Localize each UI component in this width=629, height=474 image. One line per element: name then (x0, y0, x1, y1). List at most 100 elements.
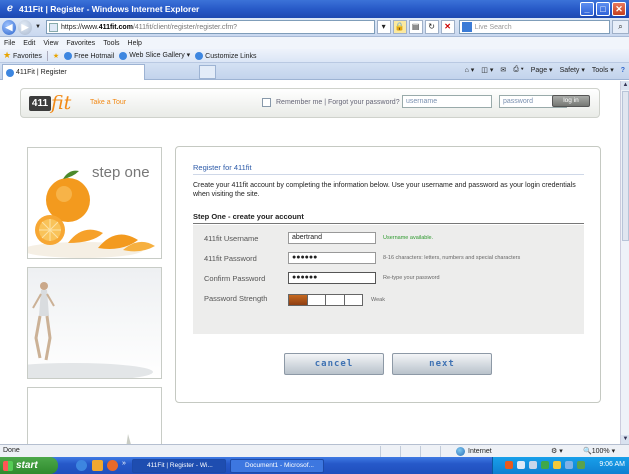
favorites-bar: ★ Favorites ★ Free Hotmail Web Slice Gal… (0, 49, 629, 63)
remember-me-checkbox[interactable] (262, 98, 271, 107)
tab-411fit-register[interactable]: 411Fit | Register (2, 64, 145, 80)
back-button[interactable]: ◀ (2, 19, 16, 35)
lock-icon[interactable]: 🔒 (392, 20, 407, 34)
divider (46, 50, 48, 61)
password-field[interactable]: ●●●●●● (288, 252, 376, 264)
logo-script-text: fit (51, 92, 72, 114)
volume-icon[interactable] (529, 461, 537, 469)
vertical-scrollbar[interactable]: ▲ ▼ (620, 81, 629, 444)
search-icon[interactable]: ⌕ (612, 20, 629, 34)
fav-link-hotmail[interactable]: Free Hotmail (64, 51, 115, 60)
login-username-input[interactable]: username (402, 95, 492, 108)
confirm-password-field[interactable]: ●●●●●● (288, 272, 376, 284)
fav-link-web-slice[interactable]: Web Slice Gallery ▾ (119, 51, 190, 60)
tab-bar: 411Fit | Register ⌂ ▾ ◫ ▾ ✉ ⎙ ▾ Page ▾ S… (0, 63, 629, 80)
scroll-thumb[interactable] (622, 91, 629, 241)
password-strength-meter (288, 294, 363, 306)
site-header: 411 fit Take a Tour Remember me | Forgot… (20, 88, 600, 118)
status-text: Done (3, 447, 20, 454)
411fit-logo[interactable]: 411 fit (29, 92, 77, 114)
fav-link-label: Web Slice Gallery (129, 52, 185, 60)
home-icon[interactable]: ⌂ ▾ (465, 66, 475, 74)
url-dropdown-icon[interactable]: ▾ (376, 20, 391, 34)
scroll-down-icon[interactable]: ▼ (621, 435, 629, 444)
globe-icon (456, 447, 465, 456)
divider (440, 446, 441, 457)
favorites-button[interactable]: ★ Favorites (3, 50, 42, 61)
menu-view[interactable]: View (43, 40, 58, 47)
close-button[interactable]: ✕ (612, 2, 626, 16)
update-tray-icon[interactable] (553, 461, 561, 469)
start-button[interactable]: start (0, 457, 58, 474)
tools-menu-label: Tools (591, 67, 609, 74)
divider (420, 446, 421, 457)
cancel-button[interactable]: cancel (284, 353, 384, 375)
username-field[interactable]: abertrand (288, 232, 376, 244)
tray-app-icon[interactable] (505, 461, 513, 469)
ie-icon (119, 51, 128, 60)
fav-link-label: Free Hotmail (74, 52, 115, 60)
stop-icon[interactable]: ✕ (440, 20, 455, 34)
menu-tools[interactable]: Tools (103, 40, 119, 47)
take-a-tour-link[interactable]: Take a Tour (90, 99, 126, 106)
task-word-document[interactable]: Document1 - Microsof... (230, 459, 324, 473)
ie-quicklaunch-icon[interactable] (76, 460, 87, 471)
history-dropdown-icon[interactable]: ▼ (35, 24, 41, 30)
folder-quicklaunch-icon[interactable] (92, 460, 103, 471)
registration-panel: Register for 411fit Create your 411fit a… (175, 146, 601, 403)
security-zone[interactable]: Internet (456, 447, 492, 456)
protected-mode-icon[interactable]: ⚙ ▾ (551, 447, 563, 455)
add-favorite-icon[interactable]: ★ (53, 52, 59, 60)
tray-app-icon[interactable] (577, 461, 585, 469)
maximize-button[interactable]: □ (596, 2, 610, 16)
compatibility-icon[interactable]: ▤ (408, 20, 423, 34)
safety-menu[interactable]: Safety ▾ (560, 66, 585, 74)
mail-icon[interactable]: ✉ (500, 66, 506, 74)
refresh-icon[interactable]: ↻ (424, 20, 439, 34)
third-panel (27, 387, 162, 444)
remember-forgot-text[interactable]: Remember me | Forgot your password? (276, 99, 400, 106)
security-tray-icon[interactable] (541, 461, 549, 469)
url-domain: 411fit.com (98, 23, 133, 31)
menu-file[interactable]: File (4, 40, 15, 47)
password-strength-text: Weak (371, 297, 385, 303)
network-icon[interactable] (517, 461, 525, 469)
strength-segment-filled (289, 295, 308, 305)
page-menu[interactable]: Page ▾ (531, 66, 553, 74)
strength-segment-empty (326, 295, 345, 305)
menu-favorites[interactable]: Favorites (66, 40, 95, 47)
feeds-icon[interactable]: ◫ ▾ (481, 66, 493, 74)
username-label: 411fit Username (204, 234, 259, 243)
page-menu-label: Page (530, 67, 548, 74)
menu-edit[interactable]: Edit (23, 40, 35, 47)
ie-logo-icon: ℯ (7, 3, 13, 14)
media-quicklaunch-icon[interactable] (107, 460, 118, 471)
zoom-control[interactable]: 🔍100% ▾ (583, 447, 615, 455)
url-field[interactable]: https://www. 411fit.com/411fit/client/reg… (45, 20, 375, 34)
messenger-tray-icon[interactable] (565, 461, 573, 469)
page-title: Register for 411fit (193, 163, 252, 172)
login-button[interactable]: log in (552, 95, 590, 107)
fav-link-label: Customize Links (205, 52, 257, 60)
runner-panel (27, 267, 162, 379)
password-label: 411fit Password (204, 254, 257, 263)
ie-icon (64, 51, 73, 60)
fav-link-customize[interactable]: Customize Links (195, 51, 257, 60)
menu-help[interactable]: Help (128, 40, 142, 47)
help-icon[interactable]: ? (621, 67, 625, 74)
task-ie-411fit[interactable]: 411Fit | Register - Wi... (132, 459, 226, 473)
scroll-up-icon[interactable]: ▲ (621, 81, 629, 90)
favorites-label: Favorites (13, 53, 42, 60)
minimize-button[interactable]: _ (580, 2, 594, 16)
confirm-password-label: Confirm Password (204, 274, 266, 283)
search-input[interactable]: Live Search (458, 20, 611, 34)
tools-menu[interactable]: Tools ▾ (592, 66, 614, 74)
next-button[interactable]: next (392, 353, 492, 375)
quicklaunch-expand-icon[interactable]: » (122, 460, 126, 467)
print-icon[interactable]: ⎙ ▾ (513, 66, 524, 74)
windows-logo-icon (3, 461, 13, 471)
forward-button[interactable]: ▶ (18, 19, 32, 35)
system-tray: 9:06 AM (492, 457, 629, 474)
new-tab-button[interactable] (199, 65, 216, 79)
divider (193, 223, 584, 224)
